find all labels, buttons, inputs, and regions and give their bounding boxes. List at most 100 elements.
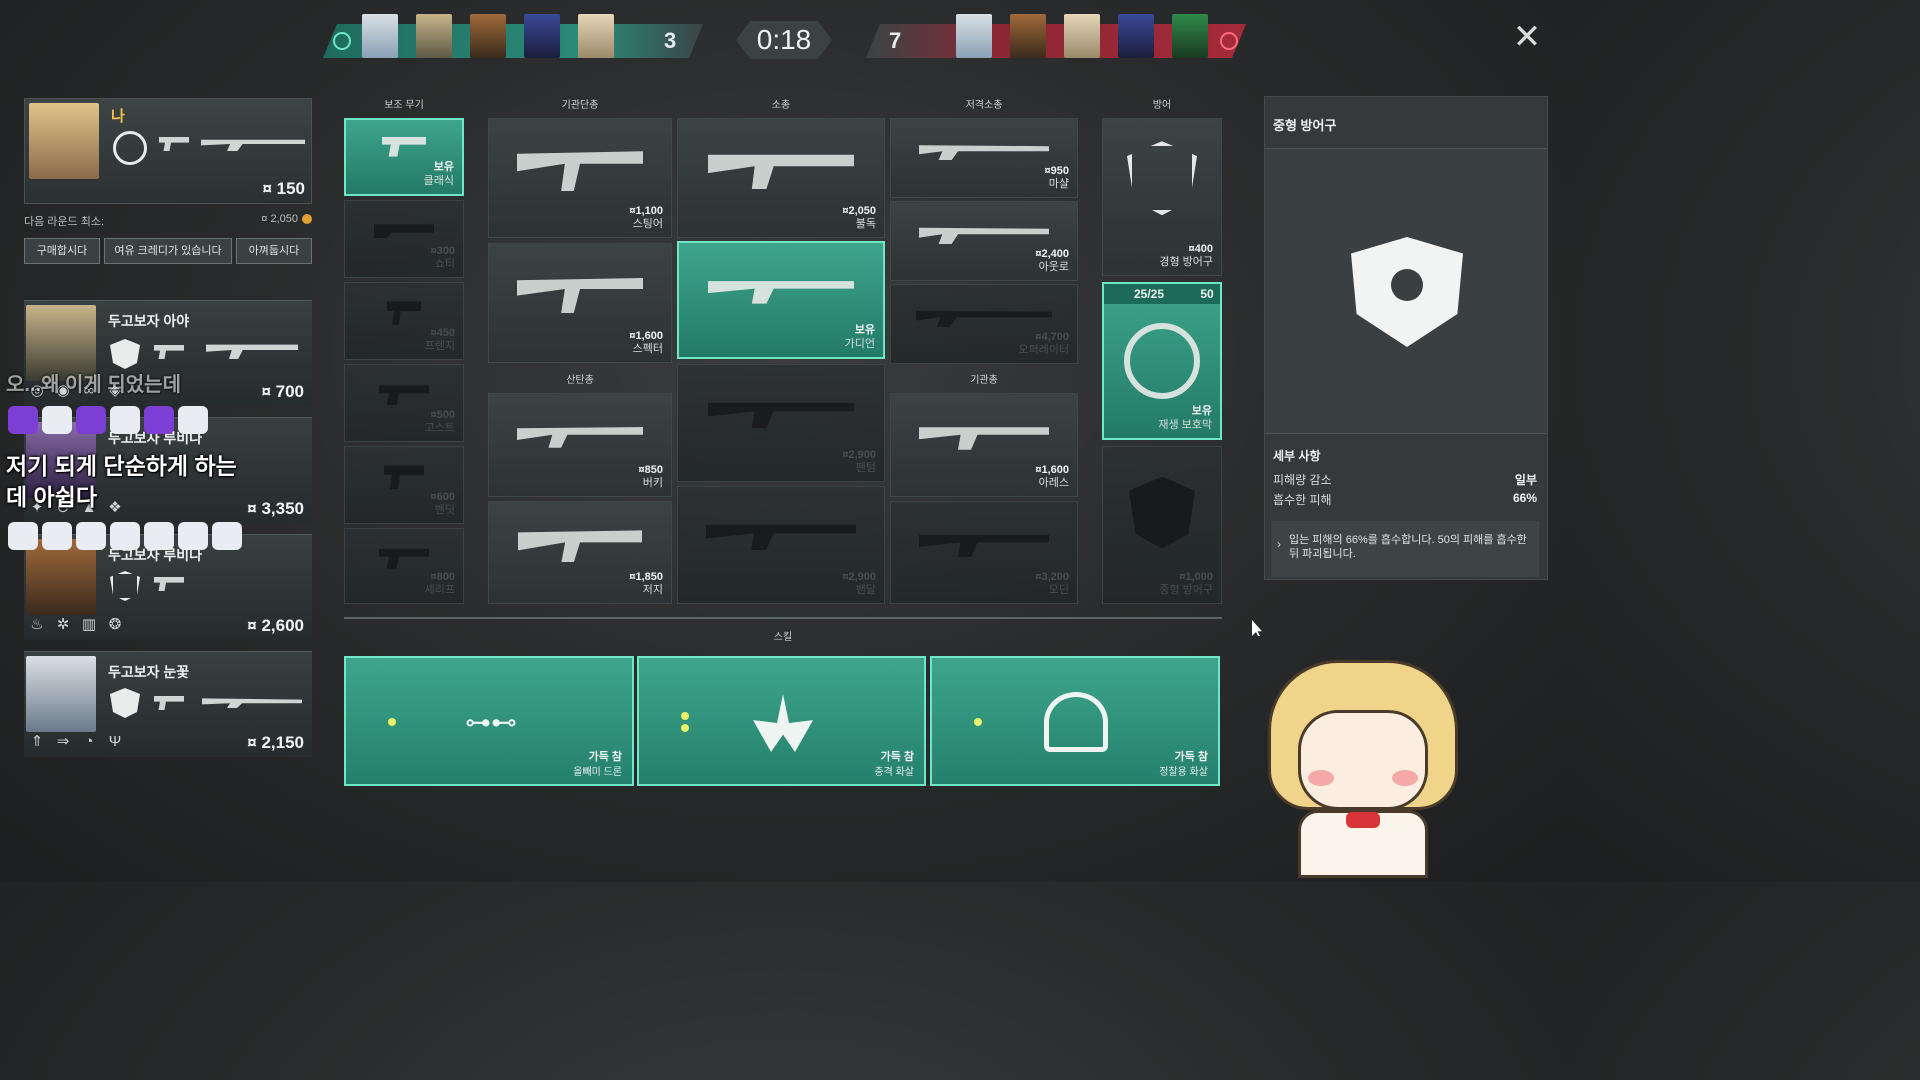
stinger-icon [517, 151, 643, 192]
weapon-tile-marshal[interactable]: ¤950 마샬 [890, 118, 1078, 198]
armor-name: 경형 방어구 [1159, 256, 1213, 268]
charge-dot [681, 712, 689, 720]
emote-icon [8, 522, 38, 550]
shop-divider [344, 617, 1222, 619]
bandit-icon [384, 465, 424, 490]
weapon-name: 스팅어 [632, 218, 663, 230]
ability-icon: ✲ [56, 616, 70, 633]
weapon-tile-spectre[interactable]: ¤1,600 스펙터 [488, 243, 672, 363]
recon-bolt-icon [1044, 692, 1108, 752]
teammate-abilities: ♨ ✲ ▥ ❂ [28, 616, 124, 634]
skill-name: 올빼미 드론 [573, 767, 622, 778]
heavy-shield-icon [110, 688, 140, 718]
weapon-tile-bucky[interactable]: ¤850 버키 [488, 393, 672, 497]
armor-tile-heavy[interactable]: ¤1,000 중형 방어구 [1102, 446, 1222, 604]
ally-agent-portrait [470, 14, 506, 58]
ally-agent-portrait [524, 14, 560, 58]
weapon-tile-guardian[interactable]: 보유 가디언 [677, 241, 885, 359]
weapon-tile-ares[interactable]: ¤1,600 아레스 [890, 393, 1078, 497]
weapon-tile-phantom[interactable]: ¤2,900 팬텀 [677, 364, 885, 482]
bulldog-icon [708, 154, 854, 190]
weapon-tile-operator[interactable]: ¤4,700 오퍼레이터 [890, 284, 1078, 364]
emote-icon [144, 406, 174, 434]
weapon-name: 오딘 [1048, 584, 1069, 596]
regen-shield-icon [113, 131, 147, 165]
heavy-shield-icon [110, 339, 140, 369]
enemy-agent-portrait [1118, 14, 1154, 58]
next-round-value: ¤ 2,050 [261, 213, 298, 225]
weapon-tile-judge[interactable]: ¤1,850 저지 [488, 501, 672, 604]
skill-status: 가득 참 [588, 751, 622, 763]
ability-icon: ◔ [84, 733, 94, 750]
detail-title: 중형 방어구 [1265, 97, 1547, 149]
charge-dot [974, 718, 982, 726]
weapon-tile-classic[interactable]: 보유 클래식 [344, 118, 464, 196]
weapon-name: 저지 [642, 584, 663, 596]
chat-line: 저기 되게 단순하게 하는 [6, 453, 237, 479]
armor-tile-light[interactable]: ¤400 경형 방어구 [1102, 118, 1222, 276]
skill-tile-shock-bolt[interactable]: 가득 참 충격 화살 [637, 656, 926, 786]
phantom-icon [708, 402, 854, 429]
skill-tile-owl-drone[interactable]: ⊶⊷ 가득 참 올빼미 드론 [344, 656, 634, 786]
request-buy-button[interactable]: 구매합시다 [24, 238, 100, 264]
guardian-rifle-icon [201, 139, 305, 151]
player-name: 나 [111, 108, 125, 125]
weapon-tile-bandit[interactable]: ¤600 밴딧 [344, 446, 464, 524]
emote-icon [144, 522, 174, 550]
armor-name: 재생 보호막 [1158, 419, 1212, 431]
category-rifles: 소총 [771, 100, 791, 111]
emote-icon [76, 522, 106, 550]
skill-name: 정찰용 화살 [1159, 767, 1208, 778]
category-snipers: 저격소총 [965, 100, 1003, 111]
detail-description-box: › 입는 피해의 66%를 흡수합니다. 50의 피해를 흡수한 뒤 파괴됩니다… [1271, 521, 1539, 577]
emote-icon [212, 522, 242, 550]
weapon-name: 팬텀 [855, 462, 876, 474]
emote-icon [110, 406, 140, 434]
round-timer: 0:18 [736, 21, 832, 59]
enemy-agent-portrait [1064, 14, 1100, 58]
save-button[interactable]: 아껴둡시다 [236, 238, 312, 264]
ability-icon: Ψ [108, 733, 122, 750]
marshal-sniper-icon [202, 698, 302, 708]
heavy-shield-icon [1129, 476, 1195, 549]
ability-icon: ❖ [108, 499, 122, 516]
item-detail-panel: 중형 방어구 세부 사항 피해량 감소 일부 흡수한 피해 66% › 입는 피… [1264, 96, 1548, 580]
enemy-agent-portrait [1010, 14, 1046, 58]
marshal-icon [919, 145, 1049, 161]
weapon-tile-sheriff[interactable]: ¤800 셰리프 [344, 528, 464, 604]
weapon-tile-shorty[interactable]: ¤300 쇼티 [344, 200, 464, 278]
detail-image [1265, 149, 1547, 434]
armor-name: 중형 방어구 [1159, 584, 1213, 596]
teammate-card: 두고보자 눈꽃 ⇑ ⇒ ◔ Ψ ¤ 2,150 [24, 651, 312, 757]
spare-credits-button[interactable]: 여유 크레디가 있습니다 [104, 238, 232, 264]
category-armor: 방어 [1152, 100, 1172, 111]
guardian-icon [708, 281, 854, 304]
enemy-team-icon [1220, 32, 1238, 50]
weapon-tile-bulldog[interactable]: ¤2,050 불독 [677, 118, 885, 238]
category-smgs: 기관단총 [561, 100, 599, 111]
mascot-blush [1308, 770, 1334, 786]
close-button[interactable]: ✕ [1510, 20, 1544, 54]
weapon-name: 가디언 [844, 338, 875, 350]
teammate-portrait [26, 656, 96, 732]
weapon-name: 프렌지 [424, 340, 455, 352]
weapon-name: 고스트 [424, 422, 455, 434]
weapon-name: 마샬 [1048, 178, 1069, 190]
classic-pistol-icon [382, 136, 426, 157]
skill-status: 가득 참 [1174, 751, 1208, 763]
teammate-name: 두고보자 아야 [108, 313, 190, 329]
teammate-credits: ¤ 3,350 [247, 499, 304, 518]
weapon-tile-vandal[interactable]: ¤2,900 밴달 [677, 486, 885, 604]
category-sidearms: 보조 무기 [384, 100, 424, 111]
weapon-name: 밴딧 [434, 504, 455, 516]
regen-shield-badge: 25/25 [1104, 284, 1194, 304]
weapon-tile-stinger[interactable]: ¤1,100 스팅어 [488, 118, 672, 238]
armor-tile-regen[interactable]: 25/25 50 보유 재생 보호막 [1102, 282, 1222, 440]
category-skills: 스킬 [773, 632, 793, 643]
weapon-tile-ghost[interactable]: ¤500 고스트 [344, 364, 464, 442]
skill-tile-recon-bolt[interactable]: 가득 참 정찰용 화살 [930, 656, 1220, 786]
weapon-tile-odin[interactable]: ¤3,200 오딘 [890, 501, 1078, 604]
weapon-tile-frenzy[interactable]: ¤450 프렌지 [344, 282, 464, 360]
weapon-tile-outlaw[interactable]: ¤2,400 아웃로 [890, 201, 1078, 281]
vandal-icon [706, 524, 856, 551]
